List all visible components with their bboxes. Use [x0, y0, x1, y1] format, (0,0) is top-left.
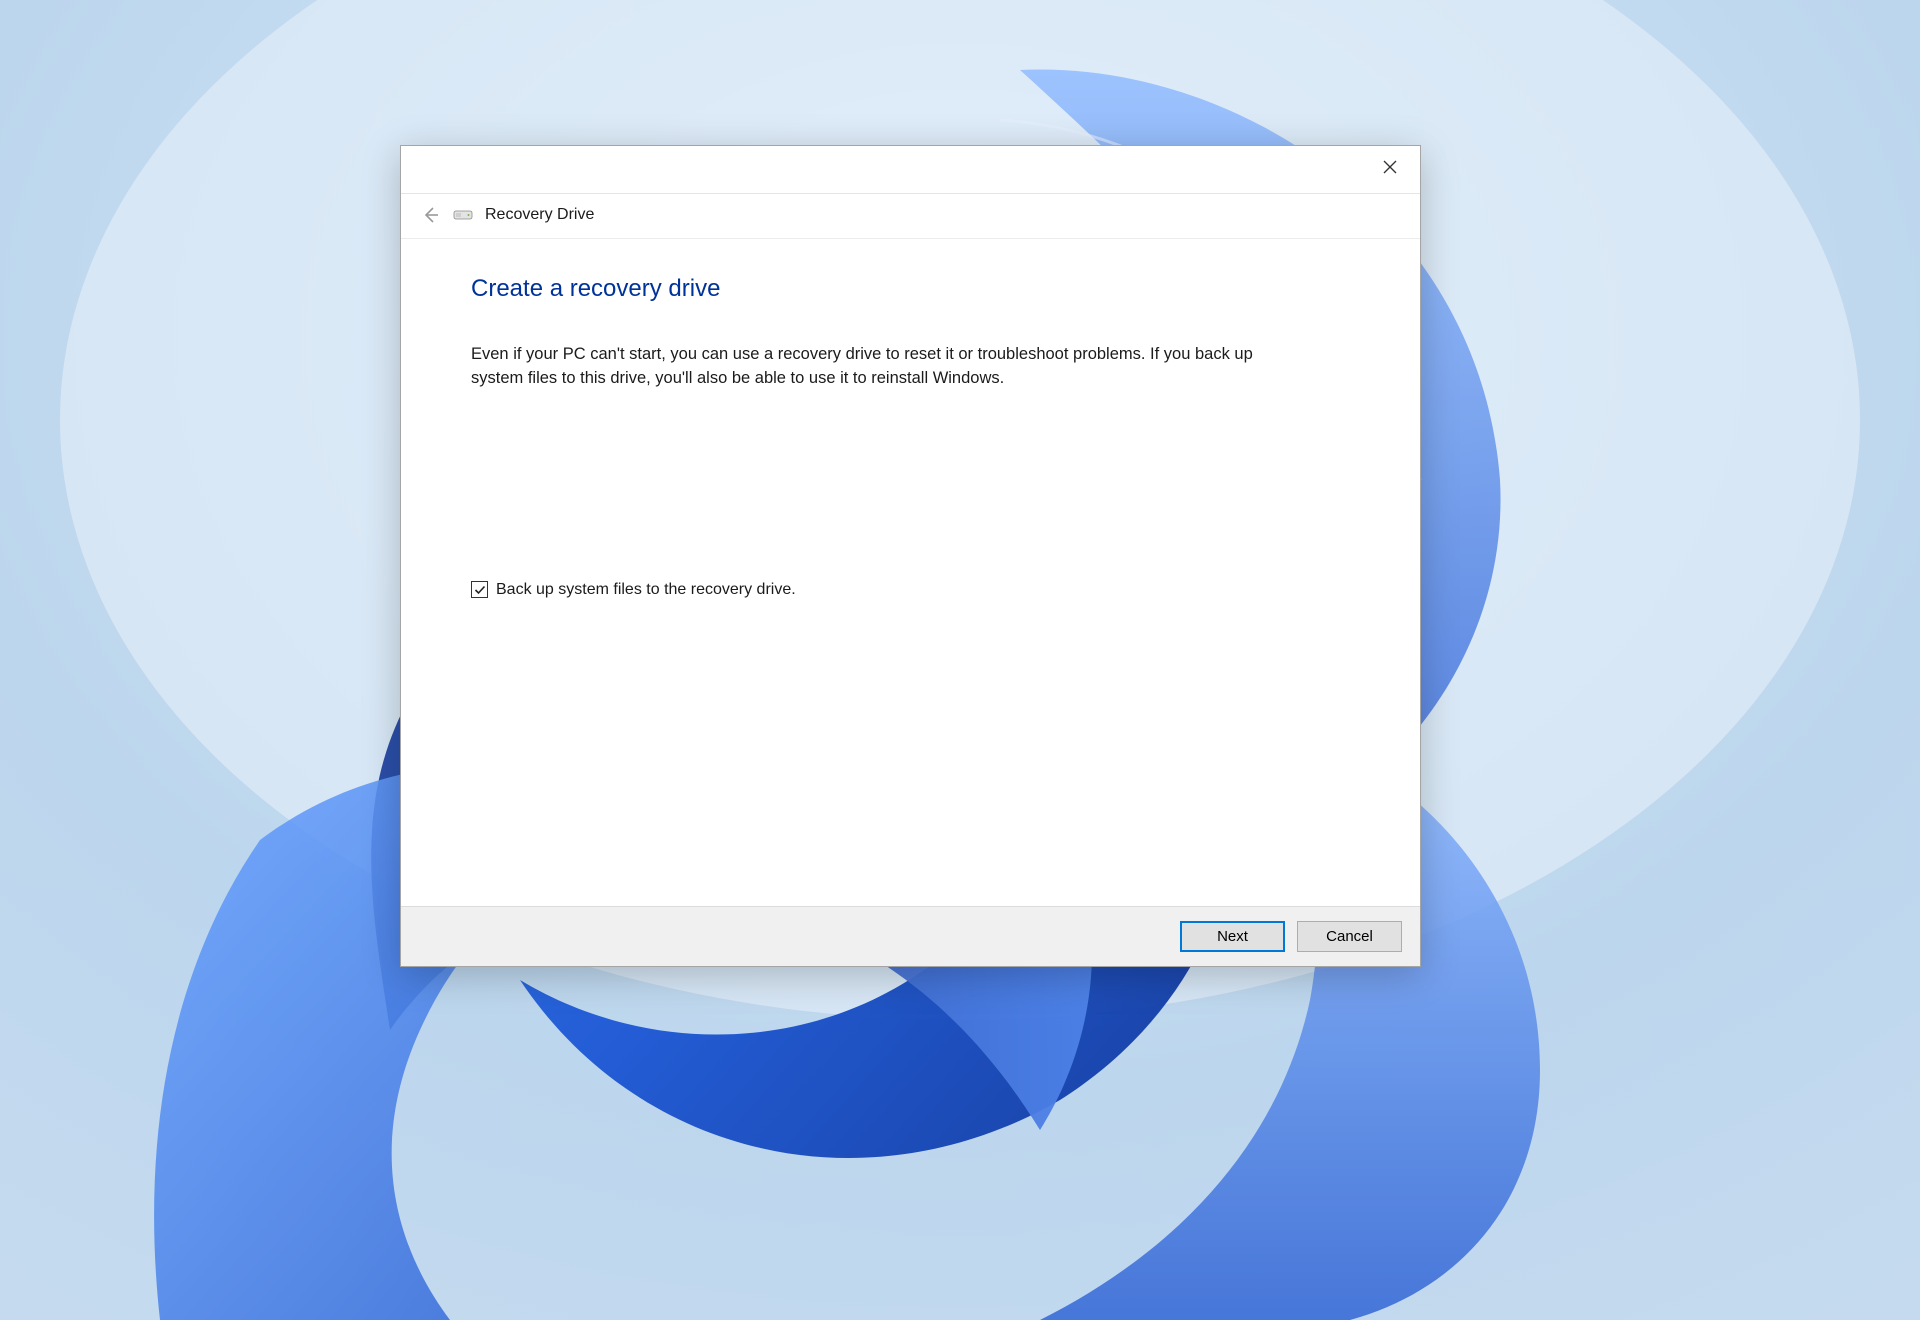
backup-checkbox-row: Back up system files to the recovery dri… — [471, 581, 1350, 599]
page-heading: Create a recovery drive — [471, 275, 1350, 303]
back-arrow-icon — [421, 206, 439, 224]
close-icon — [1383, 160, 1397, 174]
close-button[interactable] — [1360, 146, 1420, 188]
titlebar — [401, 146, 1420, 194]
next-button[interactable]: Next — [1180, 921, 1285, 952]
wizard-content: Create a recovery drive Even if your PC … — [401, 239, 1420, 906]
drive-icon — [453, 208, 473, 222]
page-description: Even if your PC can't start, you can use… — [471, 343, 1271, 391]
cancel-button[interactable]: Cancel — [1297, 921, 1402, 952]
recovery-drive-dialog: Recovery Drive Create a recovery drive E… — [400, 145, 1421, 967]
checkmark-icon — [474, 584, 486, 596]
breadcrumb-row: Recovery Drive — [401, 194, 1420, 239]
back-button[interactable] — [419, 204, 441, 226]
backup-checkbox[interactable] — [471, 581, 488, 598]
dialog-footer: Next Cancel — [401, 906, 1420, 966]
backup-checkbox-label[interactable]: Back up system files to the recovery dri… — [496, 581, 796, 599]
wizard-title: Recovery Drive — [485, 206, 594, 224]
